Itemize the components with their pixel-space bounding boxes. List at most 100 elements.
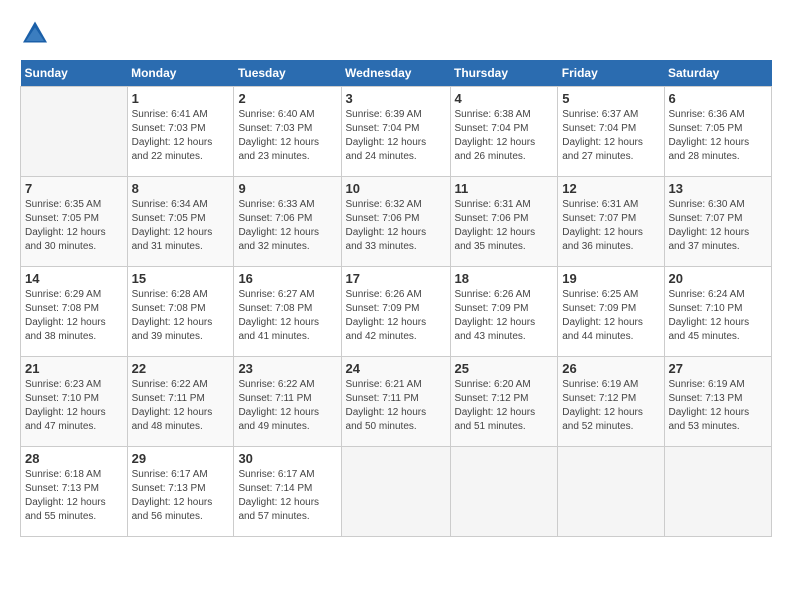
day-number: 19 <box>562 271 659 286</box>
week-row-4: 21 Sunrise: 6:23 AMSunset: 7:10 PMDayligh… <box>21 357 772 447</box>
calendar-cell <box>341 447 450 537</box>
day-info: Sunrise: 6:19 AMSunset: 7:12 PMDaylight:… <box>562 378 659 434</box>
day-info: Sunrise: 6:33 AMSunset: 7:06 PMDaylight:… <box>238 198 336 254</box>
logo <box>20 20 54 50</box>
day-info: Sunrise: 6:31 AMSunset: 7:06 PMDaylight:… <box>455 198 554 254</box>
day-info: Sunrise: 6:19 AMSunset: 7:13 PMDaylight:… <box>669 378 768 434</box>
calendar-cell: 14 Sunrise: 6:29 AMSunset: 7:08 PMDayligh… <box>21 267 128 357</box>
day-info: Sunrise: 6:32 AMSunset: 7:06 PMDaylight:… <box>346 198 446 254</box>
day-info: Sunrise: 6:22 AMSunset: 7:11 PMDaylight:… <box>132 378 230 434</box>
day-info: Sunrise: 6:26 AMSunset: 7:09 PMDaylight:… <box>346 288 446 344</box>
calendar-cell: 21 Sunrise: 6:23 AMSunset: 7:10 PMDayligh… <box>21 357 128 447</box>
day-info: Sunrise: 6:23 AMSunset: 7:10 PMDaylight:… <box>25 378 123 434</box>
calendar-cell: 19 Sunrise: 6:25 AMSunset: 7:09 PMDayligh… <box>558 267 664 357</box>
calendar-cell: 20 Sunrise: 6:24 AMSunset: 7:10 PMDayligh… <box>664 267 772 357</box>
calendar-cell: 7 Sunrise: 6:35 AMSunset: 7:05 PMDaylight… <box>21 177 128 267</box>
day-number: 12 <box>562 181 659 196</box>
day-info: Sunrise: 6:17 AMSunset: 7:13 PMDaylight:… <box>132 468 230 524</box>
weekday-header-monday: Monday <box>127 60 234 87</box>
weekday-header-row: SundayMondayTuesdayWednesdayThursdayFrid… <box>21 60 772 87</box>
calendar-cell: 10 Sunrise: 6:32 AMSunset: 7:06 PMDayligh… <box>341 177 450 267</box>
day-info: Sunrise: 6:39 AMSunset: 7:04 PMDaylight:… <box>346 108 446 164</box>
day-info: Sunrise: 6:34 AMSunset: 7:05 PMDaylight:… <box>132 198 230 254</box>
weekday-header-saturday: Saturday <box>664 60 772 87</box>
calendar-cell: 9 Sunrise: 6:33 AMSunset: 7:06 PMDaylight… <box>234 177 341 267</box>
calendar-cell: 13Sunrise: 6:30 AMSunset: 7:07 PMDayligh… <box>664 177 772 267</box>
calendar-cell: 12 Sunrise: 6:31 AMSunset: 7:07 PMDayligh… <box>558 177 664 267</box>
weekday-header-friday: Friday <box>558 60 664 87</box>
calendar-cell <box>664 447 772 537</box>
calendar-cell <box>21 87 128 177</box>
calendar-cell: 24Sunrise: 6:21 AMSunset: 7:11 PMDayligh… <box>341 357 450 447</box>
calendar-cell: 16 Sunrise: 6:27 AMSunset: 7:08 PMDayligh… <box>234 267 341 357</box>
calendar-cell: 3 Sunrise: 6:39 AMSunset: 7:04 PMDaylight… <box>341 87 450 177</box>
logo-icon <box>20 20 50 50</box>
day-info: Sunrise: 6:24 AMSunset: 7:10 PMDaylight:… <box>669 288 768 344</box>
weekday-header-thursday: Thursday <box>450 60 558 87</box>
calendar-cell: 17 Sunrise: 6:26 AMSunset: 7:09 PMDayligh… <box>341 267 450 357</box>
day-info: Sunrise: 6:18 AMSunset: 7:13 PMDaylight:… <box>25 468 123 524</box>
day-number: 27 <box>669 361 768 376</box>
day-number: 18 <box>455 271 554 286</box>
calendar-cell: 5Sunrise: 6:37 AMSunset: 7:04 PMDaylight… <box>558 87 664 177</box>
calendar-cell: 6 Sunrise: 6:36 AMSunset: 7:05 PMDaylight… <box>664 87 772 177</box>
day-number: 5 <box>562 91 659 106</box>
day-number: 6 <box>669 91 768 106</box>
day-info: Sunrise: 6:21 AMSunset: 7:11 PMDaylight:… <box>346 378 446 434</box>
calendar-cell: 18 Sunrise: 6:26 AMSunset: 7:09 PMDayligh… <box>450 267 558 357</box>
day-number: 25 <box>455 361 554 376</box>
day-number: 23 <box>238 361 336 376</box>
weekday-header-wednesday: Wednesday <box>341 60 450 87</box>
day-number: 22 <box>132 361 230 376</box>
weekday-header-sunday: Sunday <box>21 60 128 87</box>
day-info: Sunrise: 6:38 AMSunset: 7:04 PMDaylight:… <box>455 108 554 164</box>
calendar: SundayMondayTuesdayWednesdayThursdayFrid… <box>20 60 772 537</box>
day-info: Sunrise: 6:17 AMSunset: 7:14 PMDaylight:… <box>238 468 336 524</box>
calendar-cell: 1 Sunrise: 6:41 AMSunset: 7:03 PMDaylight… <box>127 87 234 177</box>
day-info: Sunrise: 6:26 AMSunset: 7:09 PMDaylight:… <box>455 288 554 344</box>
calendar-cell: 2 Sunrise: 6:40 AMSunset: 7:03 PMDaylight… <box>234 87 341 177</box>
calendar-cell: 4 Sunrise: 6:38 AMSunset: 7:04 PMDaylight… <box>450 87 558 177</box>
day-number: 4 <box>455 91 554 106</box>
day-number: 13 <box>669 181 768 196</box>
day-number: 9 <box>238 181 336 196</box>
day-number: 7 <box>25 181 123 196</box>
day-number: 1 <box>132 91 230 106</box>
day-info: Sunrise: 6:35 AMSunset: 7:05 PMDaylight:… <box>25 198 123 254</box>
calendar-cell: 23 Sunrise: 6:22 AMSunset: 7:11 PMDayligh… <box>234 357 341 447</box>
week-row-2: 7 Sunrise: 6:35 AMSunset: 7:05 PMDaylight… <box>21 177 772 267</box>
day-info: Sunrise: 6:31 AMSunset: 7:07 PMDaylight:… <box>562 198 659 254</box>
day-number: 16 <box>238 271 336 286</box>
calendar-cell: 25 Sunrise: 6:20 AMSunset: 7:12 PMDayligh… <box>450 357 558 447</box>
day-info: Sunrise: 6:40 AMSunset: 7:03 PMDaylight:… <box>238 108 336 164</box>
calendar-cell: 27 Sunrise: 6:19 AMSunset: 7:13 PMDayligh… <box>664 357 772 447</box>
day-info: Sunrise: 6:41 AMSunset: 7:03 PMDaylight:… <box>132 108 230 164</box>
calendar-cell: 29Sunrise: 6:17 AMSunset: 7:13 PMDayligh… <box>127 447 234 537</box>
calendar-cell: 26Sunrise: 6:19 AMSunset: 7:12 PMDayligh… <box>558 357 664 447</box>
day-number: 2 <box>238 91 336 106</box>
calendar-cell <box>450 447 558 537</box>
calendar-cell: 11Sunrise: 6:31 AMSunset: 7:06 PMDayligh… <box>450 177 558 267</box>
day-number: 21 <box>25 361 123 376</box>
calendar-cell: 15 Sunrise: 6:28 AMSunset: 7:08 PMDayligh… <box>127 267 234 357</box>
calendar-cell: 30 Sunrise: 6:17 AMSunset: 7:14 PMDayligh… <box>234 447 341 537</box>
day-info: Sunrise: 6:28 AMSunset: 7:08 PMDaylight:… <box>132 288 230 344</box>
day-number: 15 <box>132 271 230 286</box>
day-number: 30 <box>238 451 336 466</box>
day-number: 14 <box>25 271 123 286</box>
day-number: 8 <box>132 181 230 196</box>
day-info: Sunrise: 6:22 AMSunset: 7:11 PMDaylight:… <box>238 378 336 434</box>
day-info: Sunrise: 6:36 AMSunset: 7:05 PMDaylight:… <box>669 108 768 164</box>
day-info: Sunrise: 6:25 AMSunset: 7:09 PMDaylight:… <box>562 288 659 344</box>
day-number: 3 <box>346 91 446 106</box>
day-number: 10 <box>346 181 446 196</box>
calendar-cell: 28 Sunrise: 6:18 AMSunset: 7:13 PMDayligh… <box>21 447 128 537</box>
day-number: 17 <box>346 271 446 286</box>
day-number: 20 <box>669 271 768 286</box>
day-info: Sunrise: 6:29 AMSunset: 7:08 PMDaylight:… <box>25 288 123 344</box>
day-number: 28 <box>25 451 123 466</box>
calendar-cell: 8 Sunrise: 6:34 AMSunset: 7:05 PMDaylight… <box>127 177 234 267</box>
day-info: Sunrise: 6:20 AMSunset: 7:12 PMDaylight:… <box>455 378 554 434</box>
calendar-cell: 22 Sunrise: 6:22 AMSunset: 7:11 PMDayligh… <box>127 357 234 447</box>
day-info: Sunrise: 6:27 AMSunset: 7:08 PMDaylight:… <box>238 288 336 344</box>
